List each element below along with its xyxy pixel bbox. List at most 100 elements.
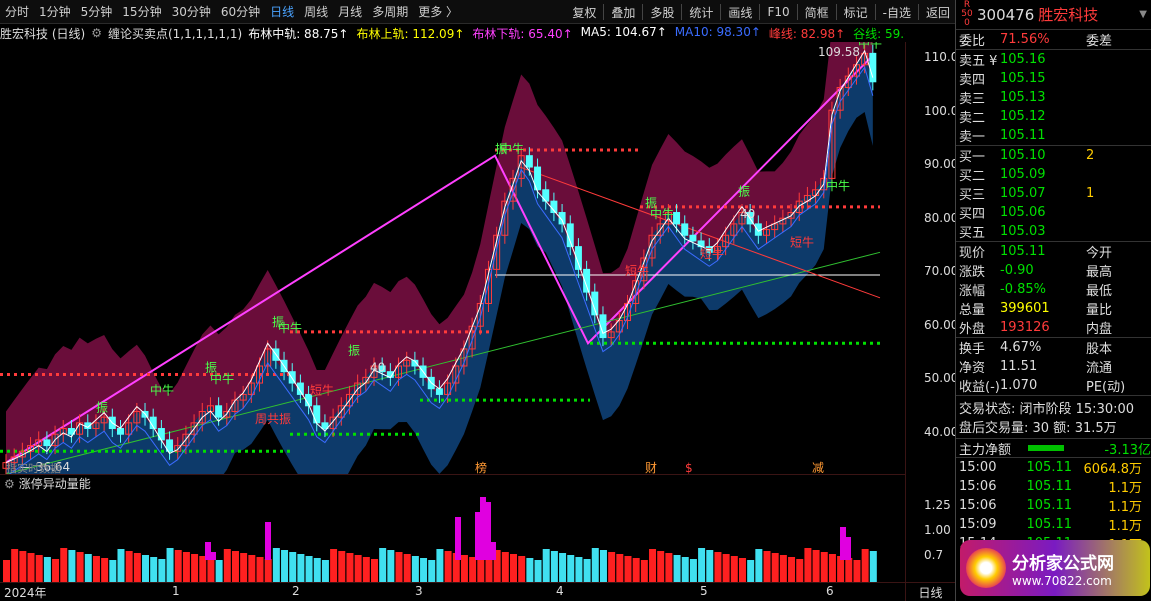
- tick-price: 105.11: [1026, 517, 1073, 532]
- vol-bar-42: [346, 553, 354, 582]
- vol-bar-77: [632, 558, 640, 582]
- vol-bar-78: [640, 560, 648, 582]
- quote-header: R 500 300476 胜宏科技 ▼: [956, 0, 1151, 30]
- price-chart-svg[interactable]: 109.58— 36.64指实时数据振中牛振中牛振中牛振振中牛振中牛振 中牛中牛短…: [0, 42, 905, 474]
- signal-19: 40: [740, 207, 755, 221]
- vol-bar-34: [281, 550, 289, 582]
- price-tick-2: 90.00: [924, 157, 959, 171]
- vol-bar-47: [387, 550, 395, 582]
- ask-list: 卖五 ¥105.16 卖四 105.15 卖三 105.13 卖二 105.12 卖一 105.…: [956, 49, 1151, 145]
- vol-bar-51: [420, 558, 428, 582]
- bid-list: 买一 105.10 2 买二 105.09 买三 105.07 1 买四 105.06 买五 105.…: [956, 145, 1151, 241]
- toolbar-sep: [603, 4, 605, 20]
- period-tabs: 分时 1分钟 5分钟 15分钟 30分钟 60分钟 日线 周线 月线 多周期 更多 〉: [0, 3, 463, 20]
- bid-row-4-value: 105.03: [1000, 224, 1046, 239]
- vol-bar-11: [92, 556, 100, 582]
- candle-84: [689, 234, 697, 242]
- toolbar-sep: [874, 4, 876, 20]
- toolbar-btn-2[interactable]: 多股: [645, 4, 679, 21]
- settings-icon[interactable]: ⚙: [91, 26, 102, 40]
- volume-chart[interactable]: [0, 492, 905, 582]
- ask-row-4-label: 卖一: [959, 130, 986, 145]
- tab-9[interactable]: 多周期: [367, 3, 413, 20]
- vol-bar-100: [820, 552, 828, 582]
- vol-bar-33: [272, 548, 280, 582]
- vol-bar-82: [673, 555, 681, 582]
- vol-bar-92: [755, 549, 763, 582]
- vol-bar-6: [52, 559, 60, 582]
- toolbar-btn-6[interactable]: 简框: [800, 4, 834, 21]
- vol-bar-41: [338, 551, 346, 582]
- tab-2[interactable]: 5分钟: [76, 3, 118, 20]
- vol-bar-105: [861, 549, 869, 582]
- vol-bar-85: [698, 548, 706, 582]
- toolbar-btn-9[interactable]: 返回: [921, 4, 955, 21]
- tab-4[interactable]: 30分钟: [167, 3, 216, 20]
- vol-bar-45: [370, 559, 378, 582]
- price-tick-4: 70.00: [924, 264, 959, 278]
- indicator-name[interactable]: 缠论买卖点(1,1,1,1,1,1): [108, 25, 242, 42]
- vol-bar-20: [166, 548, 174, 582]
- signal-3: 中牛: [210, 371, 234, 386]
- tab-7[interactable]: 周线: [299, 3, 333, 20]
- vol-bar-30: [248, 555, 256, 582]
- stat2-row-2-label: 收益(-): [959, 380, 1000, 395]
- watermark-url: www.70822.com: [1012, 573, 1112, 588]
- tab-1[interactable]: 1分钟: [34, 3, 76, 20]
- expand-icon[interactable]: ▼: [1139, 9, 1147, 20]
- toolbar-btn-1[interactable]: 叠加: [606, 4, 640, 21]
- stat-row-0-label: 现价: [959, 246, 986, 261]
- vol-bar-57: [469, 557, 477, 582]
- price-tick-1: 100.0: [924, 103, 959, 118]
- tab-8[interactable]: 月线: [333, 3, 367, 20]
- toolbar-sep: [681, 4, 683, 20]
- main-flow-row[interactable]: 主力净额 -3.13亿: [956, 438, 1151, 458]
- volume-axis: 1.25 1.00 0.7: [905, 474, 955, 582]
- sub-indicator-title[interactable]: 涨停异动量能: [19, 475, 91, 492]
- vol-bar-54: [444, 551, 452, 582]
- volume-svg[interactable]: [0, 492, 905, 582]
- sub-indicator-bar: ⚙ 涨停异动量能: [0, 474, 905, 492]
- tab-3[interactable]: 15分钟: [117, 3, 166, 20]
- tab-6[interactable]: 日线: [265, 3, 299, 20]
- after-hours: 盘后交易量: 30 额: 31.5万: [959, 421, 1117, 436]
- price-axis: 110.0 100.0 90.00 80.00 70.00 60.00 50.00 40.00: [905, 42, 959, 474]
- toolbar-btn-5[interactable]: F10: [762, 5, 794, 19]
- stat2-row-2-value: 1.070: [1000, 378, 1038, 393]
- surge-bar-1: [210, 552, 216, 560]
- signal-12: 中牛: [826, 178, 850, 193]
- tab-5[interactable]: 60分钟: [216, 3, 265, 20]
- settings-icon-2[interactable]: ⚙: [4, 477, 15, 491]
- candlestick-chart[interactable]: 109.58— 36.64 指实时数据振中牛振中牛振中牛振振中牛振中牛振中牛 中牛短…: [0, 42, 905, 474]
- vol-bar-38: [313, 558, 321, 582]
- indicator-value-0: 布林中轨: 88.75↑: [248, 26, 349, 41]
- toolbar-btn-7[interactable]: 标记: [839, 4, 873, 21]
- bid-row-4-label: 买五: [959, 226, 986, 241]
- signal-14: 短牛: [310, 382, 334, 397]
- vol-bar-64: [526, 558, 534, 582]
- tab-10[interactable]: 更多 〉: [413, 3, 463, 20]
- vol-bar-0: [3, 560, 10, 582]
- tab-0[interactable]: 分时: [0, 3, 34, 20]
- stock-name: 胜宏科技: [1038, 6, 1099, 24]
- vol-bar-13: [109, 560, 117, 582]
- main-flow-bar: [1028, 445, 1064, 451]
- stat-row-1: 涨跌 -0.90 最高: [956, 261, 1151, 280]
- toolbar-btn-4[interactable]: 画线: [723, 4, 757, 21]
- toolbar-btn-0[interactable]: 复权: [567, 4, 601, 21]
- toolbar-btn-8[interactable]: -自选: [878, 4, 916, 21]
- stat-row-1-extra: 最高: [1086, 265, 1113, 280]
- signal-13: 中牛: [858, 42, 882, 51]
- vol-bar-50: [411, 556, 419, 582]
- period-label[interactable]: 日线: [905, 582, 955, 601]
- vol-bar-94: [771, 553, 779, 582]
- vol-bar-90: [738, 558, 746, 582]
- toolbar-btn-3[interactable]: 统计: [684, 4, 718, 21]
- vol-bar-2: [19, 551, 27, 582]
- vol-bar-17: [142, 555, 150, 582]
- signal-5: 中牛: [278, 320, 302, 335]
- stock-code: 300476: [977, 5, 1035, 24]
- vol-bar-69: [567, 555, 575, 582]
- vol-bar-23: [191, 554, 199, 582]
- candle-83: [681, 223, 689, 236]
